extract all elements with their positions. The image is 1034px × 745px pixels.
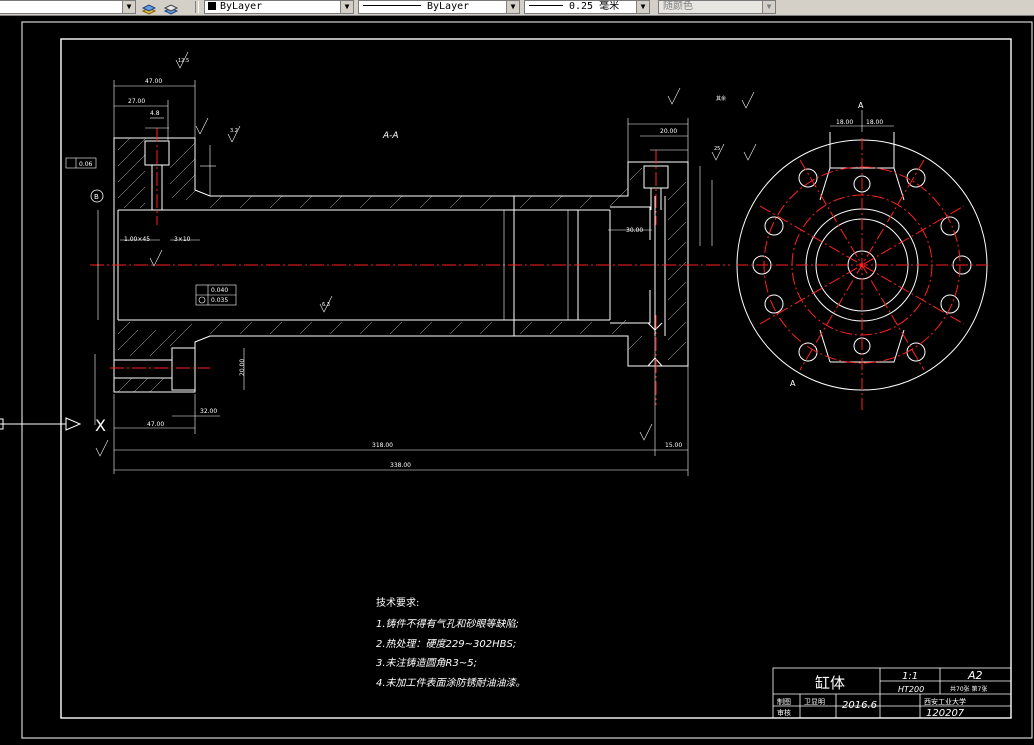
note-line: 2.热处理：硬度229~302HBS;: [376, 638, 516, 650]
dim-338: 338.00: [390, 462, 411, 469]
dim-30: 30.00: [626, 227, 643, 234]
cutting-label-top: A: [858, 101, 864, 110]
section-label: A-A: [382, 131, 399, 141]
school-name: 西安工业大学: [924, 697, 966, 706]
part-name: 缸体: [815, 674, 845, 692]
dim-20-side: 20.00: [660, 128, 677, 135]
dimension-lines: [94, 80, 713, 476]
color-swatch: [208, 2, 216, 10]
linetype-value: ByLayer: [427, 1, 470, 12]
dim-32: 32.00: [200, 408, 217, 415]
chevron-down-icon: ▼: [122, 1, 135, 13]
material: HT200: [898, 685, 924, 694]
plotstyle-dropdown: 随颜色 ▼: [658, 0, 776, 14]
plotstyle-value: 随颜色: [663, 1, 693, 12]
dim-4-8: 4.8: [150, 110, 160, 117]
toolbar-separator: [195, 1, 199, 13]
lineweight-preview: [529, 5, 563, 6]
end-view-center-lines: [736, 138, 990, 412]
rest-mark: 其余: [716, 95, 726, 102]
checked-label: 审核: [777, 708, 791, 717]
chevron-down-icon: ▼: [506, 1, 519, 13]
tolerance-1: 0.040: [211, 287, 228, 294]
layer-previous-icon[interactable]: [141, 0, 157, 15]
dim-318: 318.00: [372, 442, 393, 449]
datum-label: B: [94, 193, 99, 201]
layer-dropdown[interactable]: ▼: [0, 0, 136, 14]
lineweight-dropdown[interactable]: 0.25 毫米 ▼: [524, 0, 650, 14]
axis-x-label: X: [95, 416, 106, 435]
flatness-value: 0.06: [79, 161, 93, 168]
dim-27: 27.00: [128, 98, 145, 105]
end-view-dims: 18.00 18.00 A A: [790, 101, 883, 388]
cutting-label-bottom: A: [790, 379, 796, 388]
color-dropdown[interactable]: ByLayer ▼: [204, 0, 354, 14]
technical-notes: 技术要求: 1.铸件不得有气孔和砂眼等缺陷; 2.热处理：硬度229~302HB…: [376, 596, 526, 689]
drawing-date: 2016.6: [842, 700, 877, 711]
drawing-canvas[interactable]: X 47.00 27.00 4.8 47.00 32.00 318.00 338…: [0, 16, 1034, 741]
linetype-dropdown[interactable]: ByLayer ▼: [358, 0, 520, 14]
linetype-preview: [363, 5, 421, 6]
drawing-border-inner: [60, 38, 1012, 719]
chevron-down-icon: ▼: [636, 1, 649, 13]
section-center-lines: [90, 128, 730, 405]
sheet-size: A2: [967, 669, 983, 682]
cad-drawing: X 47.00 27.00 4.8 47.00 32.00 318.00 338…: [0, 21, 1033, 739]
rough-3-2: 3.2: [230, 128, 238, 134]
layer-states-icon[interactable]: [163, 0, 179, 15]
dim-18-right: 18.00: [866, 119, 883, 126]
rough-6-3: 6.3: [322, 302, 330, 308]
chevron-down-icon: ▼: [340, 1, 353, 13]
color-value: ByLayer: [220, 1, 263, 12]
dimension-texts: 47.00 27.00 4.8 47.00 32.00 318.00 338.0…: [124, 78, 682, 469]
rough-25: 25: [714, 146, 720, 152]
drawer-name: 卫显明: [804, 698, 825, 706]
dim-18-left: 18.00: [836, 119, 853, 126]
sheet-count: 共70张 第7张: [950, 685, 987, 693]
notes-title: 技术要求:: [376, 596, 419, 609]
dim-20-top: 20.00: [239, 359, 246, 376]
note-line: 1.铸件不得有气孔和砂眼等缺陷;: [376, 618, 519, 630]
properties-toolbar: ▼ ByLayer ▼ ByLayer ▼ 0.25 毫米 ▼ 随颜色 ▼: [0, 0, 1034, 16]
note-line: 3.未注铸造圆角R3~5;: [376, 657, 477, 669]
chevron-down-icon: ▼: [762, 1, 775, 13]
drawing-number: 120207: [926, 708, 965, 719]
drawn-label: 制图: [777, 697, 791, 706]
scale: 1:1: [902, 671, 918, 682]
dim-chamfer: 1.00×45: [124, 236, 150, 243]
dim-3x10: 3×10: [174, 236, 191, 243]
dim-47-top: 47.00: [145, 78, 162, 85]
lineweight-value: 0.25 毫米: [569, 1, 620, 12]
dim-47-bottom: 47.00: [147, 421, 164, 428]
dim-15: 15.00: [665, 442, 682, 449]
tolerance-2: 0.035: [211, 297, 228, 304]
ucs-icon: [0, 417, 82, 431]
note-line: 4.未加工件表面涂防锈耐油油漆。: [376, 677, 526, 689]
drawing-border-outer: [21, 21, 1033, 739]
rough-12-5: 12.5: [178, 58, 189, 64]
